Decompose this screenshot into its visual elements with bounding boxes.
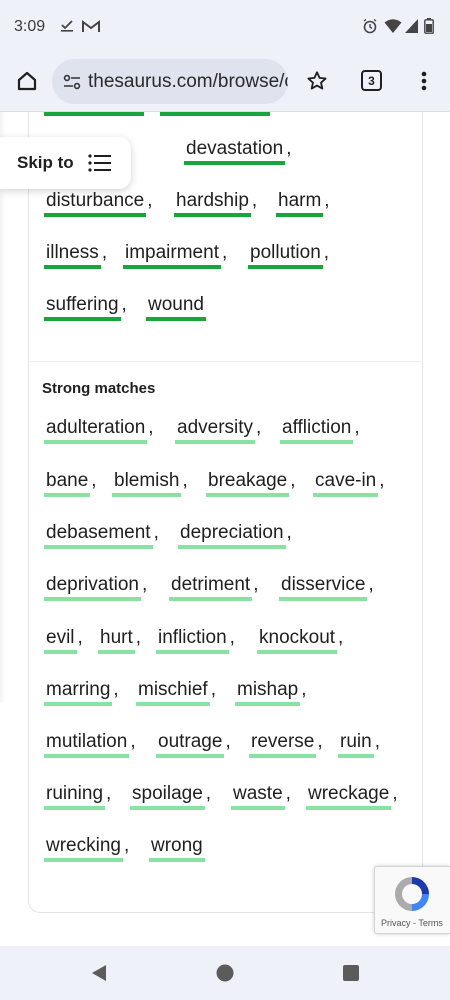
synonym-link[interactable]: wound — [146, 293, 206, 323]
synonym-link[interactable]: affliction, — [280, 416, 360, 446]
tab-count: 3 — [368, 73, 375, 88]
synonym-link[interactable]: wreckage, — [306, 782, 398, 812]
scrolled-underline — [44, 112, 144, 116]
synonym-link[interactable]: adulteration, — [44, 416, 154, 446]
signal-icon — [405, 18, 419, 39]
synonym-link[interactable]: blemish, — [112, 469, 188, 499]
home-icon[interactable] — [14, 68, 40, 94]
synonym-link[interactable]: devastation, — [184, 137, 291, 167]
synonym-link[interactable]: impairment, — [123, 241, 227, 271]
site-settings-icon[interactable] — [62, 72, 82, 92]
synonym-link[interactable]: mishap, — [235, 678, 307, 708]
system-nav-bar — [0, 946, 450, 1000]
synonym-link[interactable]: debasement, — [44, 521, 159, 551]
synonym-link[interactable]: adversity, — [175, 416, 261, 446]
synonym-link[interactable]: ruining, — [44, 782, 111, 812]
wifi-icon — [384, 18, 402, 39]
tab-switcher-icon[interactable]: 3 — [361, 70, 382, 91]
recents-icon[interactable] — [343, 965, 359, 986]
synonym-link[interactable]: marring, — [44, 678, 119, 708]
home-circle-icon[interactable] — [216, 964, 234, 987]
synonym-link[interactable]: breakage, — [206, 469, 296, 499]
synonym-link[interactable]: wrecking, — [44, 834, 129, 864]
recaptcha-privacy-link[interactable]: Privacy — [381, 918, 411, 928]
synonym-link[interactable]: disturbance, — [44, 189, 153, 219]
alarm-icon — [362, 18, 378, 39]
side-drawer-edge — [0, 112, 6, 702]
synonym-link[interactable]: mischief, — [136, 678, 216, 708]
synonym-link[interactable]: wrong — [149, 834, 205, 864]
skip-to-label: Skip to — [17, 153, 74, 172]
synonym-link[interactable]: waste, — [231, 782, 291, 812]
more-menu-icon[interactable] — [412, 68, 436, 94]
section-divider — [28, 361, 423, 362]
synonym-link[interactable]: reverse, — [249, 730, 323, 760]
synonym-link[interactable]: mutilation, — [44, 730, 136, 760]
content-area: ation, devastation, disturbance, hardshi… — [0, 112, 450, 946]
back-icon[interactable] — [90, 964, 108, 987]
download-done-icon — [60, 18, 74, 37]
list-icon — [88, 153, 112, 178]
recaptcha-badge[interactable]: Privacy - Terms — [374, 866, 450, 934]
url-text: thesaurus.com/browse/c — [88, 71, 288, 92]
synonym-link[interactable]: suffering, — [44, 293, 127, 323]
browser-toolbar: thesaurus.com/browse/c 3 — [0, 56, 450, 112]
synonym-link[interactable]: disservice, — [279, 573, 374, 603]
synonym-link[interactable]: harm, — [276, 189, 330, 219]
synonym-link[interactable]: bane, — [44, 469, 97, 499]
recaptcha-logo-icon — [391, 873, 433, 920]
synonym-link[interactable]: evil, — [44, 626, 83, 656]
bookmark-star-icon[interactable] — [304, 68, 330, 94]
synonym-link[interactable]: cave-in, — [313, 469, 385, 499]
synonym-link[interactable]: pollution, — [248, 241, 329, 271]
synonym-link[interactable]: detriment, — [169, 573, 258, 603]
synonym-link[interactable]: spoilage, — [130, 782, 211, 812]
recaptcha-terms-link[interactable]: Terms — [418, 918, 443, 928]
synonym-link[interactable]: depreciation, — [178, 521, 292, 551]
battery-icon — [424, 18, 434, 39]
synonym-link[interactable]: illness, — [44, 241, 107, 271]
status-bar: 3:09 — [0, 0, 450, 56]
address-bar[interactable]: thesaurus.com/browse/c — [52, 59, 288, 104]
synonym-link[interactable]: outrage, — [156, 730, 231, 760]
scrolled-underline — [160, 112, 270, 116]
synonym-link[interactable]: infliction, — [156, 626, 235, 656]
synonym-link[interactable]: knockout, — [257, 626, 343, 656]
status-time: 3:09 — [14, 18, 46, 35]
skip-to-button[interactable]: Skip to — [0, 137, 131, 189]
recaptcha-links: Privacy - Terms — [381, 918, 443, 928]
synonym-link[interactable]: hardship, — [174, 189, 257, 219]
strong-matches-heading: Strong matches — [42, 380, 156, 397]
gmail-icon — [82, 20, 100, 38]
synonym-link[interactable]: hurt, — [98, 626, 141, 656]
synonym-link[interactable]: ruin, — [338, 730, 380, 760]
synonym-link[interactable]: deprivation, — [44, 573, 147, 603]
